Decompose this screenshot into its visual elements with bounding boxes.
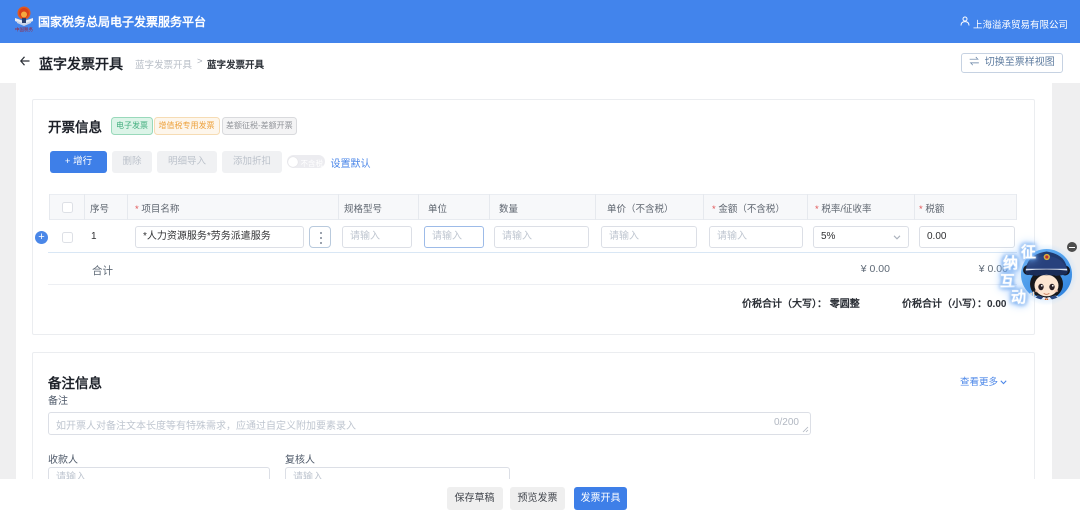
svg-text:中国税务: 中国税务: [15, 26, 33, 32]
